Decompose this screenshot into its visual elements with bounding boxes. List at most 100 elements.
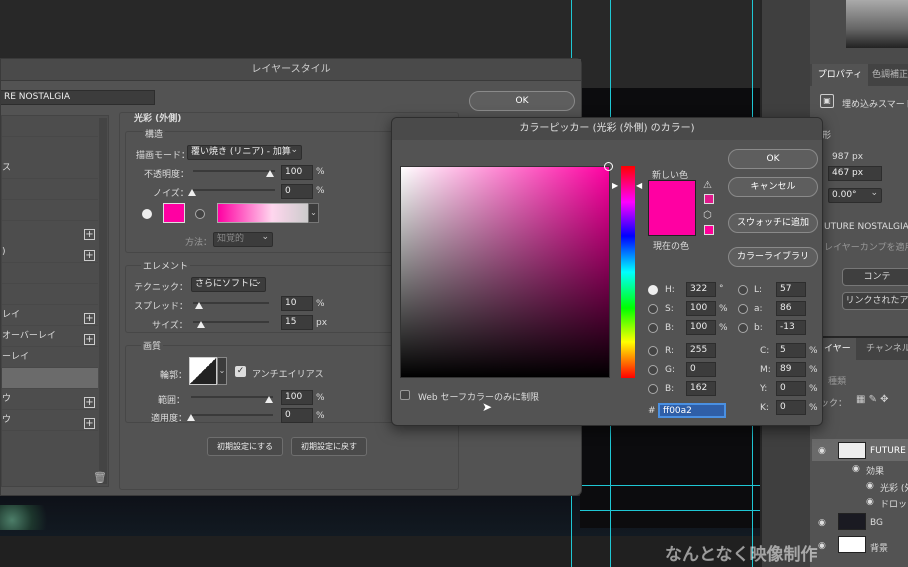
web-only-checkbox[interactable] bbox=[400, 390, 410, 400]
style-item[interactable] bbox=[2, 263, 98, 284]
gamut-swatch[interactable] bbox=[704, 194, 714, 204]
add-icon[interactable]: + bbox=[84, 397, 95, 408]
layer-name-outer-glow[interactable]: 光彩 (外 bbox=[880, 481, 908, 494]
add-swatch-button[interactable]: スウォッチに追加 bbox=[728, 213, 818, 233]
reset-default-button[interactable]: 初期設定に戻す bbox=[291, 437, 367, 456]
jitter-field[interactable]: 0 bbox=[281, 408, 313, 423]
a-field[interactable]: 86 bbox=[776, 301, 806, 316]
jitter-slider-thumb[interactable] bbox=[187, 414, 195, 421]
layer-name-drop-shadow[interactable]: ドロップ bbox=[880, 497, 908, 510]
add-icon[interactable]: + bbox=[84, 418, 95, 429]
layer-name-background[interactable]: 背景 bbox=[870, 541, 888, 554]
content-button[interactable]: コンテ bbox=[842, 268, 908, 286]
add-icon[interactable]: + bbox=[84, 250, 95, 261]
s-radio[interactable] bbox=[648, 304, 658, 314]
layer-style-ok-button[interactable]: OK bbox=[469, 91, 575, 111]
noise-field[interactable]: 0 bbox=[281, 184, 313, 199]
glow-color-swatch[interactable] bbox=[163, 203, 185, 223]
make-default-button[interactable]: 初期設定にする bbox=[207, 437, 283, 456]
m-field[interactable]: 89 bbox=[776, 362, 806, 377]
layer-name-bg[interactable]: BG bbox=[870, 518, 883, 528]
tab-properties[interactable]: プロパティ bbox=[812, 64, 868, 86]
style-item[interactable] bbox=[2, 179, 98, 200]
add-icon[interactable]: + bbox=[84, 313, 95, 324]
antialias-checkbox[interactable]: ✓ bbox=[235, 366, 246, 377]
add-icon[interactable]: + bbox=[84, 334, 95, 345]
c-field[interactable]: 5 bbox=[776, 343, 806, 358]
style-item[interactable] bbox=[2, 200, 98, 221]
b-field[interactable]: 100 bbox=[686, 320, 716, 335]
l-radio[interactable] bbox=[738, 285, 748, 295]
style-item[interactable] bbox=[2, 116, 98, 137]
g-field[interactable]: 0 bbox=[686, 362, 716, 377]
s-field[interactable]: 100 bbox=[686, 301, 716, 316]
hex-field[interactable]: ff00a2 bbox=[658, 403, 726, 418]
height-field[interactable]: 467 px bbox=[828, 166, 882, 181]
style-item[interactable] bbox=[2, 284, 98, 305]
eye-icon[interactable]: ◉ bbox=[818, 518, 826, 528]
blue-radio[interactable] bbox=[648, 384, 658, 394]
jitter-slider[interactable] bbox=[191, 414, 273, 416]
eye-icon[interactable]: ◉ bbox=[852, 464, 860, 474]
layer-name-effects[interactable]: 効果 bbox=[866, 464, 884, 477]
h-radio[interactable] bbox=[648, 285, 658, 295]
gradient-dropdown[interactable]: ⌄ bbox=[308, 203, 319, 223]
r-field[interactable]: 255 bbox=[686, 343, 716, 358]
color-radio[interactable] bbox=[142, 209, 152, 219]
range-slider[interactable] bbox=[191, 396, 273, 398]
tab-channels[interactable]: チャンネル bbox=[866, 338, 908, 360]
style-item-outer-glow-selected[interactable] bbox=[2, 368, 98, 389]
k-field[interactable]: 0 bbox=[776, 400, 806, 415]
lab-b-radio[interactable] bbox=[738, 323, 748, 333]
scrollbar[interactable] bbox=[99, 118, 107, 484]
blue-field[interactable]: 162 bbox=[686, 381, 716, 396]
size-field[interactable]: 15 bbox=[281, 315, 313, 330]
width-value[interactable]: 987 px bbox=[832, 152, 863, 162]
style-item[interactable]: ーレイ bbox=[2, 347, 98, 368]
color-field-marker[interactable] bbox=[604, 162, 613, 171]
contour-dropdown[interactable]: ⌄ bbox=[217, 357, 227, 385]
layer-name-future[interactable]: FUTURE bbox=[870, 446, 906, 456]
layer-name-field[interactable]: RE NOSTALGIA bbox=[1, 90, 155, 105]
eye-icon[interactable]: ◉ bbox=[866, 497, 874, 507]
range-slider-thumb[interactable] bbox=[265, 396, 273, 403]
technique-dropdown[interactable]: さらにソフトに bbox=[191, 277, 266, 292]
r-radio[interactable] bbox=[648, 346, 658, 356]
size-slider-thumb[interactable] bbox=[197, 321, 205, 328]
opacity-field[interactable]: 100 bbox=[281, 165, 313, 180]
tab-adjust[interactable]: 色調補正 bbox=[872, 64, 908, 86]
eye-icon[interactable]: ◉ bbox=[818, 446, 826, 456]
eye-icon[interactable]: ◉ bbox=[818, 541, 826, 551]
web-swatch[interactable] bbox=[704, 225, 714, 235]
blend-mode-dropdown[interactable]: 覆い焼き (リニア) - 加算 bbox=[187, 145, 302, 160]
color-picker-cancel-button[interactable]: キャンセル bbox=[728, 177, 818, 197]
method-dropdown[interactable]: 知覚的 bbox=[213, 232, 273, 247]
hue-slider[interactable] bbox=[621, 166, 635, 378]
lock-icons[interactable]: ▦ ✎ ✥ bbox=[856, 394, 889, 405]
y-field[interactable]: 0 bbox=[776, 381, 806, 396]
lab-b-field[interactable]: -13 bbox=[776, 320, 806, 335]
angle-dropdown[interactable]: 0.00° bbox=[828, 188, 882, 203]
color-picker-ok-button[interactable]: OK bbox=[728, 149, 818, 169]
g-radio[interactable] bbox=[648, 365, 658, 375]
color-library-button[interactable]: カラーライブラリ bbox=[728, 247, 818, 267]
style-item[interactable]: ス bbox=[2, 158, 98, 179]
spread-field[interactable]: 10 bbox=[281, 296, 313, 311]
b-radio[interactable] bbox=[648, 323, 658, 333]
l-field[interactable]: 57 bbox=[776, 282, 806, 297]
range-field[interactable]: 100 bbox=[281, 390, 313, 405]
add-icon[interactable]: + bbox=[84, 229, 95, 240]
current-color-swatch[interactable] bbox=[648, 208, 696, 236]
web-cube-icon[interactable]: ⬡ bbox=[703, 210, 712, 221]
trash-icon[interactable]: 🗑 bbox=[93, 471, 107, 484]
gradient-radio[interactable] bbox=[195, 209, 205, 219]
saturation-brightness-field[interactable] bbox=[400, 166, 610, 378]
opacity-slider-thumb[interactable] bbox=[266, 170, 274, 177]
contour-preview[interactable] bbox=[189, 357, 217, 385]
opacity-slider[interactable] bbox=[193, 170, 275, 172]
hue-slider-arrow[interactable]: ◀ bbox=[636, 181, 642, 190]
noise-slider[interactable] bbox=[193, 189, 275, 191]
spread-slider[interactable] bbox=[193, 302, 269, 304]
kind-filter[interactable]: 種類 bbox=[828, 374, 846, 387]
a-radio[interactable] bbox=[738, 304, 748, 314]
